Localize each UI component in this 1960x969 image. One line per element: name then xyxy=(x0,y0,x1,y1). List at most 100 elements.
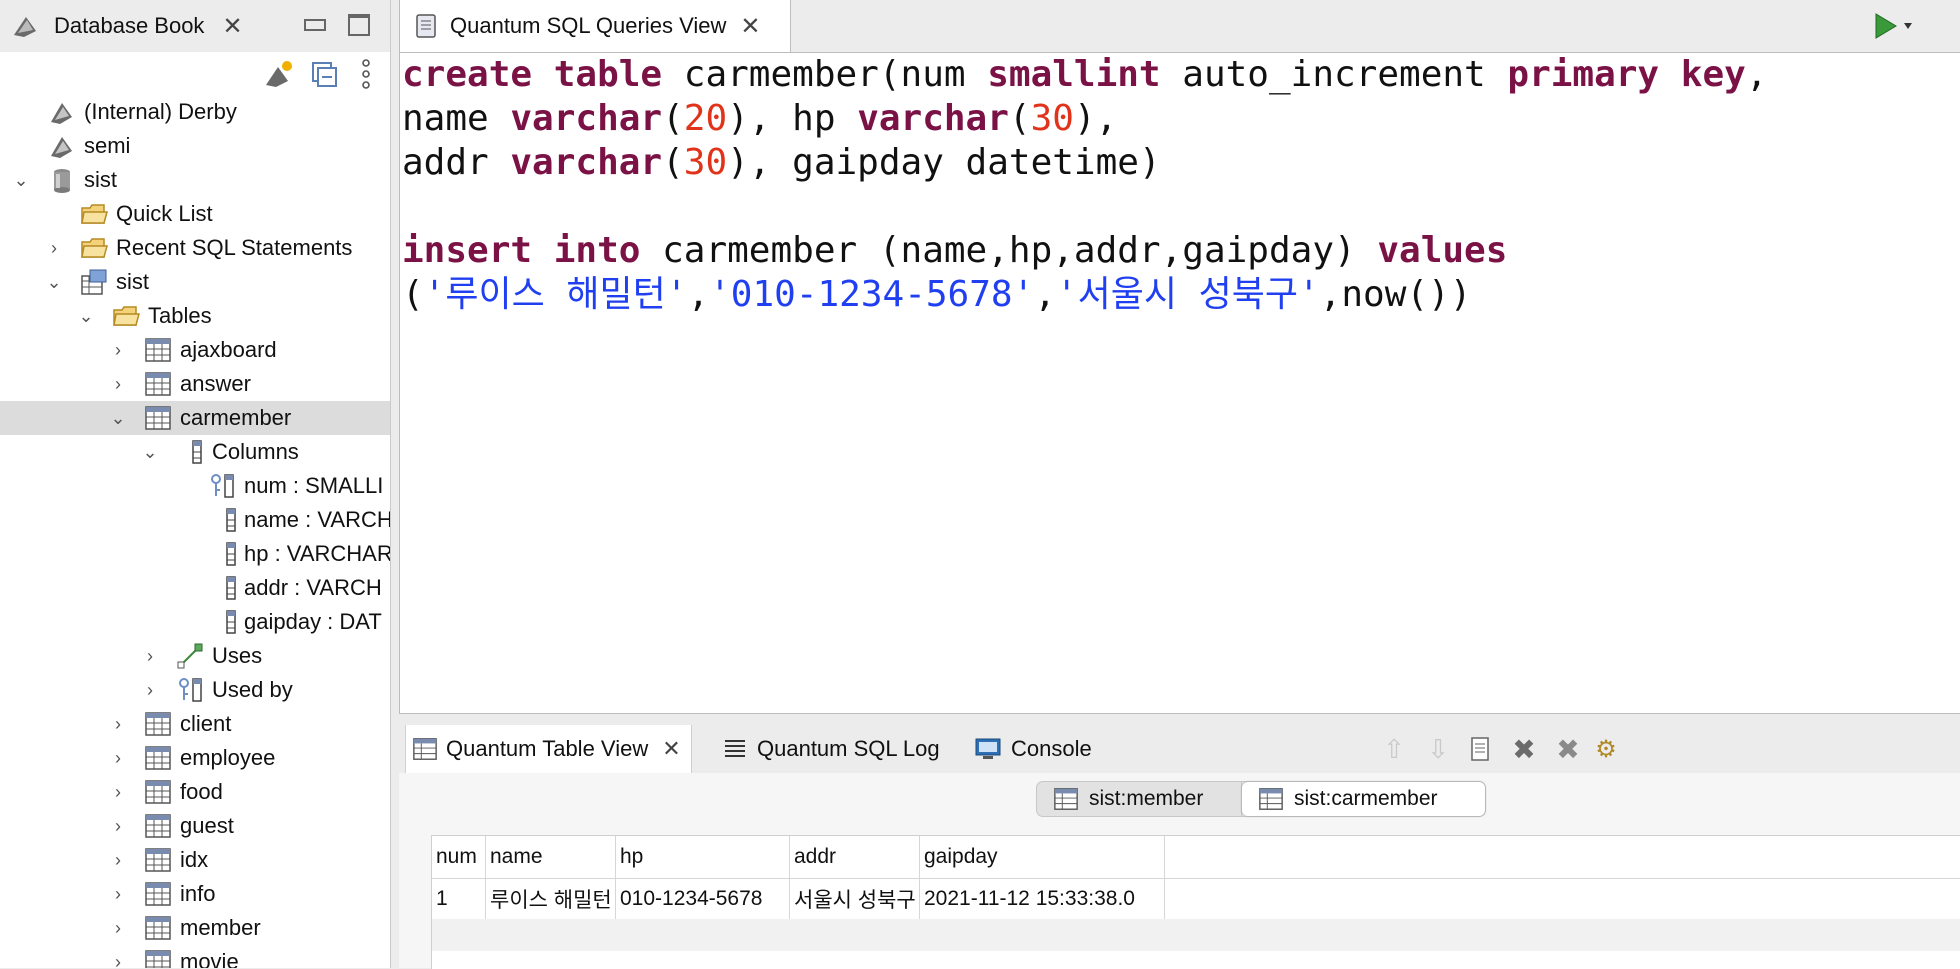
column-header[interactable]: num xyxy=(432,836,486,879)
used-by-icon xyxy=(179,678,202,702)
tree-item-column-gaipday[interactable]: gaipday : DAT xyxy=(0,605,390,639)
tree-item-table-employee[interactable]: › employee xyxy=(0,741,390,775)
table-icon xyxy=(145,814,171,838)
tab-label: Quantum SQL Log xyxy=(757,736,940,761)
new-bookmark-icon[interactable] xyxy=(262,58,294,90)
tree-item-uses[interactable]: › Uses xyxy=(0,639,390,673)
run-sql-button[interactable] xyxy=(1869,10,1919,42)
column-header[interactable]: hp xyxy=(616,836,790,879)
column-header[interactable]: gaipday xyxy=(920,836,1165,879)
tree-item-quick-list[interactable]: Quick List xyxy=(0,197,390,231)
tree-item-table-idx[interactable]: › idx xyxy=(0,843,390,877)
tree-item-label: semi xyxy=(84,133,131,158)
tree-item-label: (Internal) Derby xyxy=(84,99,237,124)
tree-item-sist-schema[interactable]: ⌄ sist xyxy=(0,265,390,299)
table-cell[interactable]: 2021-11-12 15:33:38.0 xyxy=(920,879,1165,919)
tab-quantum-table-view[interactable]: Quantum Table View ✕ xyxy=(405,725,692,773)
chevron-right-icon[interactable]: › xyxy=(106,848,130,872)
tree-item-table-movie[interactable]: › movie xyxy=(0,945,390,968)
code-line-1: create table carmember(num smallint auto… xyxy=(402,53,1768,97)
close-result-icon[interactable]: ✖ xyxy=(1509,734,1539,765)
chevron-right-icon[interactable]: › xyxy=(106,338,130,362)
collapse-all-icon[interactable] xyxy=(308,58,340,90)
tree-item-table-info[interactable]: › info xyxy=(0,877,390,911)
tree-item-semi[interactable]: semi xyxy=(0,129,390,163)
result-grid[interactable]: num name hp addr gaipday 1 루이스 해밀턴 010-1… xyxy=(431,835,1960,969)
tree-item-label: guest xyxy=(180,813,234,838)
bookmark-icon xyxy=(51,103,72,124)
tree-item-label: answer xyxy=(180,371,251,396)
segment-sist-carmember[interactable]: sist:carmember xyxy=(1242,782,1485,816)
tree-item-table-client[interactable]: › client xyxy=(0,707,390,741)
tree-item-table-food[interactable]: › food xyxy=(0,775,390,809)
chevron-right-icon[interactable]: › xyxy=(106,882,130,906)
code-token: ( xyxy=(402,274,424,315)
tree-item-column-hp[interactable]: hp : VARCHAR xyxy=(0,537,390,571)
close-icon[interactable]: ✕ xyxy=(222,12,242,41)
tree-item-table-carmember[interactable]: ⌄ carmember xyxy=(0,401,390,435)
column-header[interactable]: addr xyxy=(790,836,920,879)
chevron-right-icon[interactable]: › xyxy=(106,746,130,770)
result-set-selector: sist:member sist:carmember xyxy=(1036,781,1486,817)
table-icon xyxy=(145,780,171,804)
chevron-right-icon[interactable]: › xyxy=(106,916,130,940)
tree-item-column-addr[interactable]: addr : VARCH xyxy=(0,571,390,605)
editor-tabbar: Quantum SQL Queries View ✕ xyxy=(399,0,1960,53)
code-token: '010-1234-5678' xyxy=(709,274,1035,315)
arrow-up-icon[interactable]: ⇧ xyxy=(1379,734,1409,764)
chevron-right-icon[interactable]: › xyxy=(106,814,130,838)
tab-quantum-sql-log[interactable]: Quantum SQL Log xyxy=(723,725,940,773)
tree-item-table-ajaxboard[interactable]: › ajaxboard xyxy=(0,333,390,367)
view-menu-icon[interactable] xyxy=(352,56,380,92)
tool-icon[interactable]: ⚙ xyxy=(1591,734,1621,764)
table-cell[interactable]: 루이스 해밀턴 xyxy=(486,879,616,919)
tree-item-sist-database[interactable]: ⌄ sist xyxy=(0,163,390,197)
arrow-down-icon[interactable]: ⇩ xyxy=(1423,734,1453,764)
chevron-down-icon[interactable]: ⌄ xyxy=(9,168,33,192)
chevron-right-icon[interactable]: › xyxy=(42,236,66,260)
tree-item-used-by[interactable]: › Used by xyxy=(0,673,390,707)
tree-item-tables[interactable]: ⌄ Tables xyxy=(0,299,390,333)
sql-editor[interactable]: create table carmember(num smallint auto… xyxy=(399,53,1960,714)
minimize-icon[interactable] xyxy=(300,10,330,40)
tree-item-label: hp : VARCHAR xyxy=(244,541,391,566)
quantum-sql-queries-tab[interactable]: Quantum SQL Queries View ✕ xyxy=(399,0,791,52)
details-icon[interactable] xyxy=(1465,734,1495,764)
chevron-right-icon[interactable]: › xyxy=(106,950,130,969)
tree-item-column-num[interactable]: num : SMALLI xyxy=(0,469,390,503)
column-header[interactable]: name xyxy=(486,836,616,879)
tree-item-table-member[interactable]: › member xyxy=(0,911,390,945)
close-icon[interactable]: ✕ xyxy=(662,736,680,762)
tab-console[interactable]: Console xyxy=(975,725,1092,773)
sql-log-icon xyxy=(725,740,745,757)
close-all-results-icon[interactable]: ✖ xyxy=(1551,734,1585,765)
table-cell[interactable]: 1 xyxy=(432,879,486,919)
chevron-right-icon[interactable]: › xyxy=(138,644,162,668)
code-token: , xyxy=(1745,54,1768,95)
chevron-down-icon[interactable]: ⌄ xyxy=(106,406,130,430)
code-token: 30 xyxy=(1030,98,1074,139)
tree-item-columns[interactable]: ⌄ Columns xyxy=(0,435,390,469)
tree-item-label: Columns xyxy=(212,439,299,464)
tree-item-table-answer[interactable]: › answer xyxy=(0,367,390,401)
table-cell[interactable]: 010-1234-5678 xyxy=(616,879,790,919)
code-token: ), gaipday datetime) xyxy=(727,142,1161,183)
chevron-right-icon[interactable]: › xyxy=(106,372,130,396)
tree-item-table-guest[interactable]: › guest xyxy=(0,809,390,843)
tree-item-recent-sql[interactable]: › Recent SQL Statements xyxy=(0,231,390,265)
maximize-icon[interactable] xyxy=(344,10,374,40)
close-icon[interactable]: ✕ xyxy=(740,12,760,41)
tree-item-internal-derby[interactable]: (Internal) Derby xyxy=(0,95,390,129)
chevron-down-icon[interactable]: ⌄ xyxy=(138,440,162,464)
chevron-down-icon[interactable]: ⌄ xyxy=(74,304,98,328)
table-icon xyxy=(1054,788,1078,810)
table-cell[interactable]: 서울시 성북구 xyxy=(790,879,920,919)
chevron-right-icon[interactable]: › xyxy=(106,712,130,736)
segment-sist-member[interactable]: sist:member xyxy=(1037,782,1242,816)
tree-item-column-name[interactable]: name : VARCH xyxy=(0,503,390,537)
chevron-down-icon[interactable]: ⌄ xyxy=(42,270,66,294)
chevron-right-icon[interactable]: › xyxy=(106,780,130,804)
chevron-right-icon[interactable]: › xyxy=(138,678,162,702)
code-token: ), xyxy=(1073,98,1118,139)
database-book-tab[interactable]: Database Book ✕ xyxy=(10,0,243,52)
